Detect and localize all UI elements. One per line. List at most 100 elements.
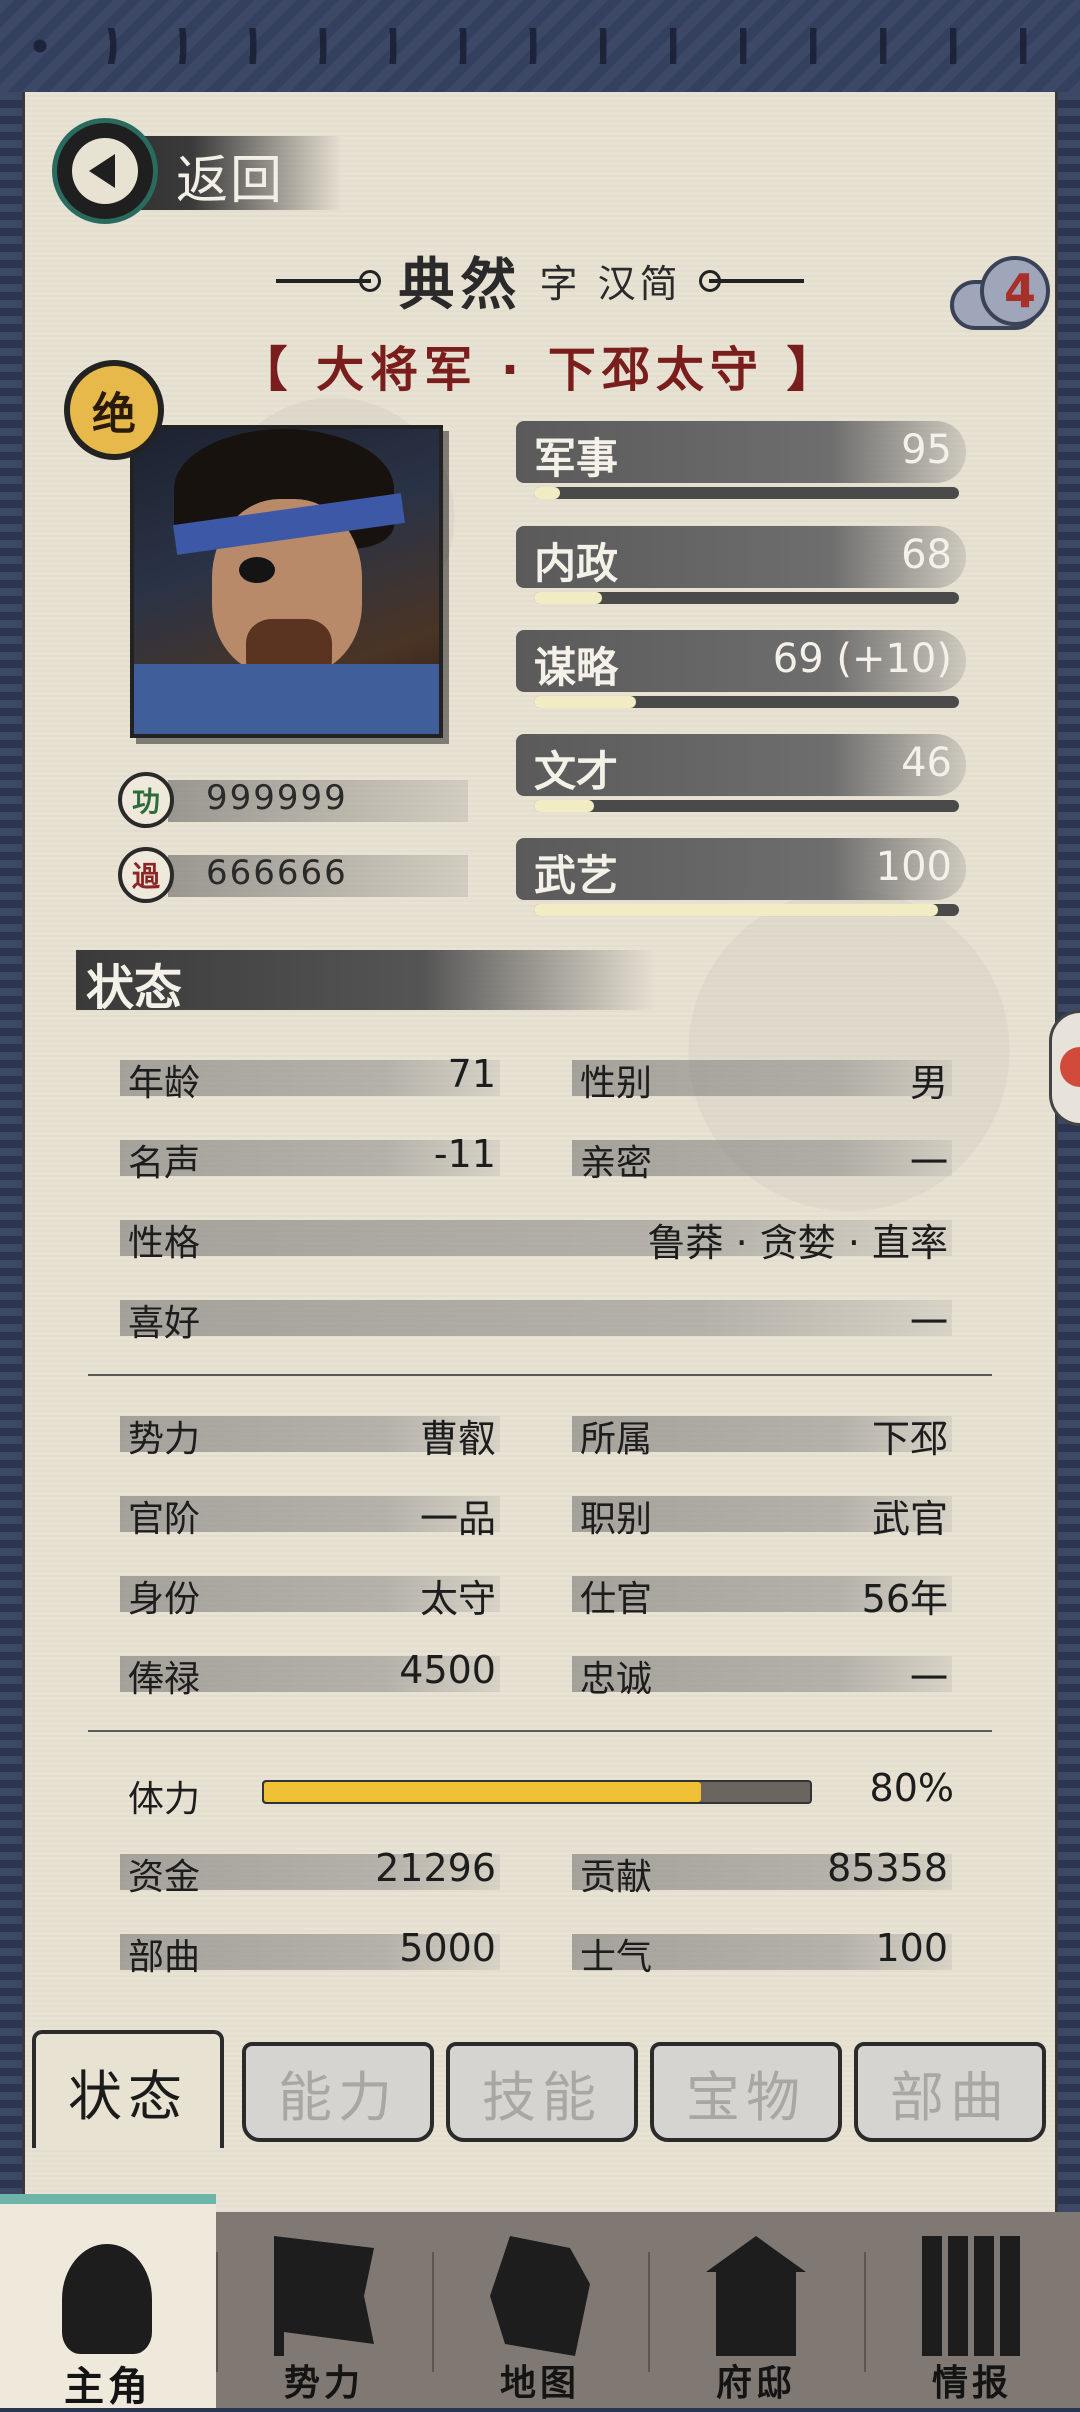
detail-tabs: 状态 能力 技能 宝物 部曲 [32,2030,1048,2150]
info-key: 年龄 [128,1063,201,1104]
back-label[interactable]: 返回 [176,138,284,213]
level-cloud-badge[interactable]: 4 [950,250,1070,340]
info-value: 一 [909,1141,948,1185]
grade-badge: 绝 [64,360,164,460]
back-arrow-icon[interactable] [52,118,158,224]
status-section-header: 状态 [76,950,656,1016]
map-icon [490,2236,590,2356]
info-value: 100 [875,1926,948,1970]
hero-icon [62,2244,152,2354]
info-key: 资金 [128,1857,201,1898]
ability-value: 69 (+10) [772,636,952,682]
ornament-left-icon [276,269,382,292]
ability-track [534,696,959,708]
ornament-right-icon [698,269,804,292]
info-value: 一 [909,1301,948,1345]
ability-track [534,800,959,812]
ability-martial: 武艺 100 [516,832,966,922]
left-decorative-border [0,92,22,2212]
info-salary: 俸禄 4500 [120,1648,500,1700]
info-age: 年龄 71 [120,1052,500,1104]
character-name-row: 典然 字 汉简 [0,240,1080,321]
nav-hero[interactable]: 主角 [0,2194,216,2410]
ability-track [534,904,959,916]
ability-label: 武艺 [534,851,619,900]
info-value: 71 [447,1052,496,1096]
nav-intel[interactable]: 情报 [864,2212,1080,2408]
info-value: 下邳 [871,1417,948,1461]
ability-label: 谋略 [534,643,619,692]
info-value: 5000 [399,1926,496,1970]
nav-map[interactable]: 地图 [432,2212,648,2408]
info-key: 身份 [128,1579,201,1620]
nav-label: 地图 [499,2363,580,2404]
ability-fill [534,904,938,916]
info-key: 忠诚 [580,1659,653,1700]
stamina-fill [264,1782,701,1802]
tab-ability[interactable]: 能力 [242,2042,434,2142]
info-value: 太守 [419,1577,496,1621]
back-button[interactable]: 返回 [52,118,342,228]
mansion-icon [706,2236,806,2356]
info-key: 性别 [580,1063,653,1104]
status-section-title: 状态 [86,960,183,1016]
ability-label: 军事 [534,434,619,483]
merit-icon: 功 [118,772,174,828]
ability-value: 46 [901,740,952,786]
ability-value: 100 [875,844,952,890]
character-portrait [130,425,443,738]
info-key: 职别 [580,1499,653,1540]
tab-status[interactable]: 状态 [32,2030,224,2148]
info-morale: 士气 100 [572,1926,952,1978]
side-drawer-handle[interactable] [1049,1010,1080,1126]
scroll-icon [922,2236,1022,2356]
info-key: 势力 [128,1419,201,1460]
info-key: 所属 [580,1419,653,1460]
nav-label: 势力 [283,2363,364,2404]
info-value: 一 [909,1657,948,1701]
info-value: -11 [433,1132,496,1176]
row-bg [120,1300,952,1336]
info-key: 仕官 [580,1579,653,1620]
info-post: 职别 武官 [572,1488,952,1541]
demerit-marks: 666666 [206,853,348,893]
info-value: 85358 [827,1846,948,1890]
ability-label: 内政 [534,539,619,588]
info-key: 官阶 [128,1499,201,1540]
info-value: 武官 [871,1497,948,1541]
info-loyalty: 忠诚 一 [572,1648,952,1701]
nav-mansion[interactable]: 府邸 [648,2212,864,2408]
info-key: 性格 [128,1223,201,1264]
info-intimacy: 亲密 一 [572,1132,952,1185]
ability-literary: 文才 46 [516,728,966,818]
ability-fill [534,592,602,604]
info-value: 21296 [375,1846,496,1890]
info-value: 曹叡 [419,1417,496,1461]
portrait-eyepatch [239,557,275,583]
stamina-label: 体力 [128,1779,201,1820]
info-identity: 身份 太守 [120,1568,500,1621]
character-titles: 【 大将军 · 下邳太守 】 [239,342,841,398]
tab-skill[interactable]: 技能 [446,2042,638,2142]
bottom-nav: 主角 势力 地图 府邸 情报 [0,2194,1080,2410]
ability-value: 95 [901,427,952,473]
vine-ornament [0,28,1080,64]
info-value: 4500 [399,1648,496,1692]
level-number: 4 [1004,264,1037,318]
info-value: 一品 [419,1497,496,1541]
ability-fill [534,800,594,812]
tab-troops[interactable]: 部曲 [854,2042,1046,2142]
merit-marks: 999999 [206,778,348,818]
nav-faction[interactable]: 势力 [216,2212,432,2408]
info-key: 俸禄 [128,1659,201,1700]
nav-label: 主角 [64,2364,152,2410]
tab-treasure[interactable]: 宝物 [650,2042,842,2142]
ability-military: 军事 95 [516,415,966,505]
demerit-icon: 過 [118,847,174,903]
top-decorative-border [0,0,1080,98]
nav-label: 府邸 [715,2363,796,2404]
info-value: 56年 [861,1577,948,1621]
info-key: 部曲 [128,1937,201,1978]
info-key: 名声 [128,1143,201,1184]
divider [88,1730,992,1732]
